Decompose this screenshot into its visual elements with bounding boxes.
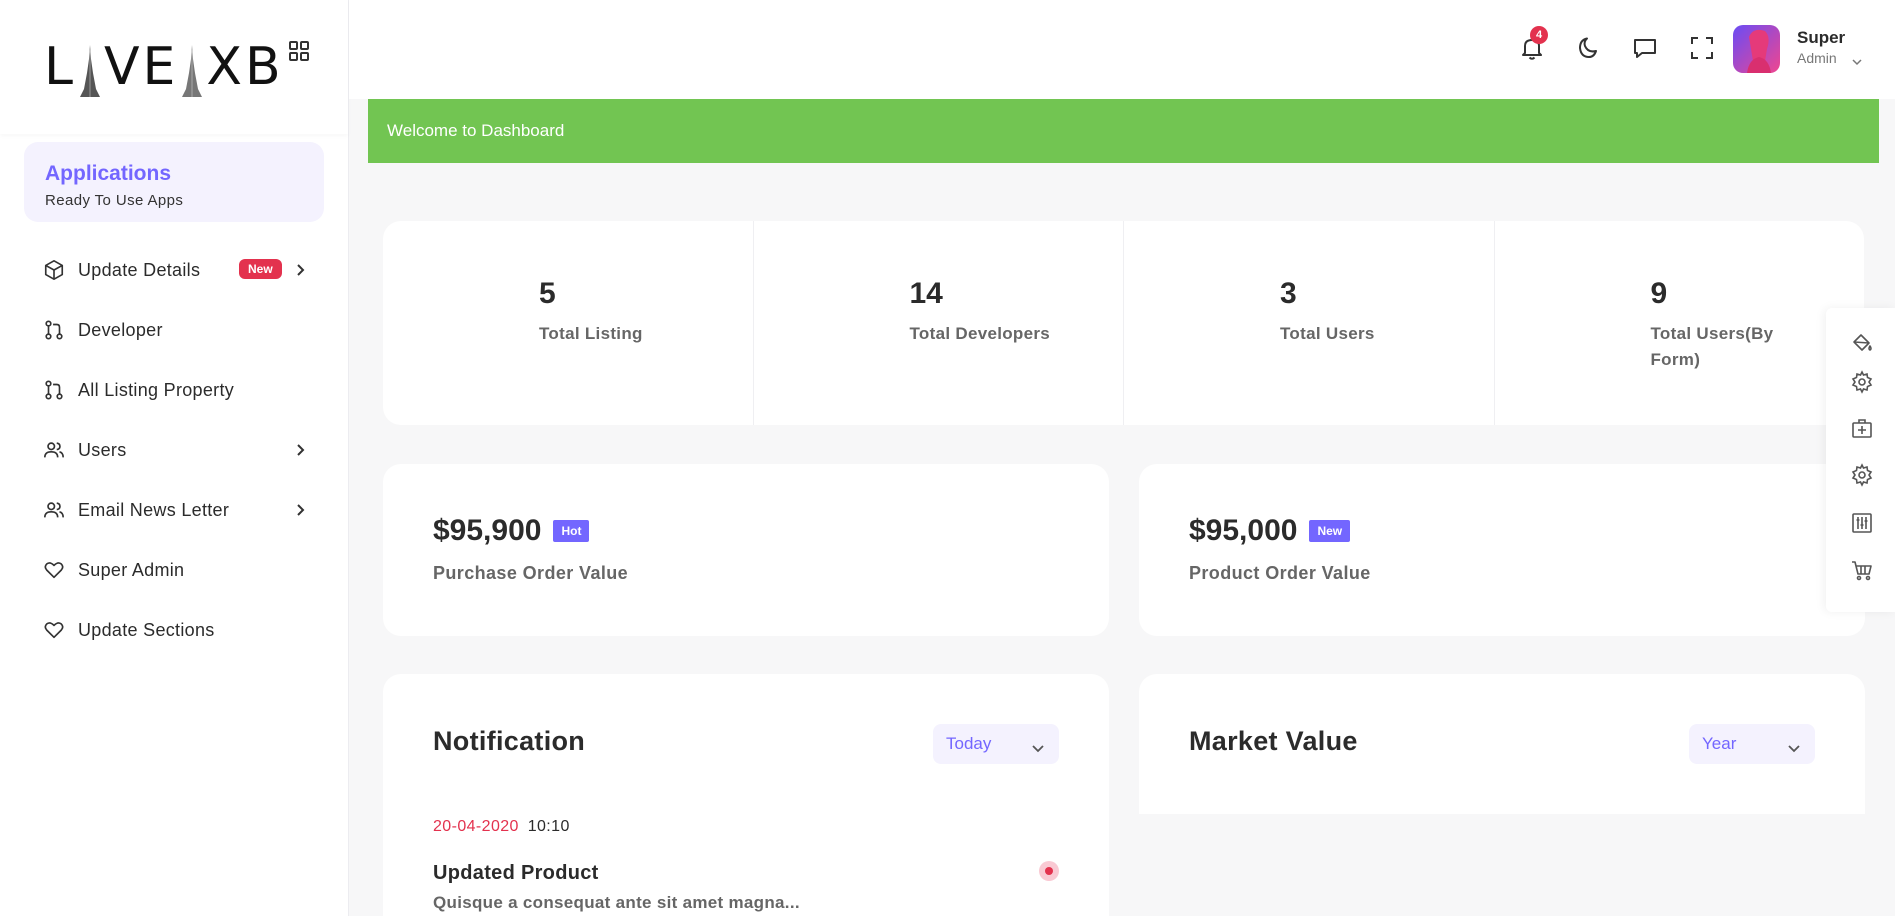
- notification-date: 20-04-2020: [433, 818, 519, 835]
- moon-icon[interactable]: [1576, 35, 1602, 61]
- top-header: 4 Super Admin: [349, 0, 1895, 99]
- sidebar-item-label: All Listing Property: [78, 379, 235, 400]
- notification-card: Notification Today 20-04-2020 10:10 Upda…: [383, 674, 1109, 916]
- sidebar-item-users[interactable]: Users: [0, 420, 349, 480]
- order-label: Purchase Order Value: [433, 563, 629, 583]
- gear-icon[interactable]: [1850, 463, 1874, 487]
- grid-menu-icon[interactable]: [288, 40, 310, 62]
- unread-dot-icon: [1039, 861, 1059, 881]
- stat-value: 3: [1280, 277, 1297, 310]
- sidebar-item-label: Developer: [78, 319, 163, 340]
- brand-logo[interactable]: L VE XB: [44, 37, 284, 97]
- notification-timestamp: 20-04-2020 10:10: [433, 818, 570, 836]
- paint-bucket-icon[interactable]: [1850, 330, 1874, 354]
- sidebar-menu: Update Details New Developer All Listing…: [0, 240, 349, 660]
- sidebar-item-label: Users: [78, 439, 127, 460]
- stat-label: Total Developers: [909, 324, 1051, 343]
- users-icon: [42, 498, 66, 522]
- dropdown-value: Today: [946, 734, 992, 753]
- chevron-down-icon[interactable]: [1852, 54, 1862, 66]
- sidebar-item-label: Update Details: [78, 259, 201, 280]
- chevron-right-icon: [294, 500, 308, 520]
- order-value: $95,000: [1189, 514, 1298, 547]
- chevron-right-icon: [294, 260, 308, 280]
- git-pull-icon: [42, 378, 66, 402]
- notification-entry-title[interactable]: Updated Product: [433, 862, 599, 885]
- stat-value: 9: [1650, 277, 1668, 310]
- gear-icon[interactable]: [1850, 370, 1874, 394]
- stat-total-listing: 5 Total Listing: [383, 221, 754, 425]
- applications-title: Applications: [45, 162, 172, 185]
- stat-label: Total Listing: [539, 324, 643, 343]
- stat-label: Total Users: [1280, 324, 1375, 343]
- tower-icon: [78, 45, 102, 97]
- notification-time: 10:10: [527, 818, 570, 835]
- dropdown-value: Year: [1702, 734, 1737, 753]
- order-value: $95,900: [433, 514, 542, 547]
- customizer-toolbar: [1826, 308, 1895, 612]
- order-value-row: $95,000 New: [1189, 514, 1351, 548]
- stat-total-developers: 14 Total Developers: [754, 221, 1124, 425]
- sidebar-item-update-sections[interactable]: Update Sections: [0, 600, 349, 660]
- purchase-order-card: $95,900 Hot Purchase Order Value: [383, 464, 1109, 636]
- users-icon: [42, 438, 66, 462]
- cart-icon[interactable]: [1850, 558, 1874, 582]
- notification-entry-description: Quisque a consequat ante sit amet magna.…: [433, 893, 800, 912]
- market-value-card: Market Value Year: [1139, 674, 1865, 814]
- notification-count-badge: 4: [1530, 26, 1548, 44]
- profile-role[interactable]: Admin: [1797, 50, 1837, 66]
- chevron-right-icon: [294, 440, 308, 460]
- fullscreen-icon[interactable]: [1689, 35, 1715, 61]
- sidebar: L VE XB Applications Ready To Use Apps U…: [0, 0, 349, 916]
- sidebar-item-email-news-letter[interactable]: Email News Letter: [0, 480, 349, 540]
- welcome-banner: Welcome to Dashboard: [368, 99, 1879, 163]
- chevron-down-icon: [1787, 739, 1801, 753]
- logo-bar: L VE XB: [0, 0, 348, 134]
- applications-subtitle: Ready To Use Apps: [45, 192, 184, 209]
- sliders-icon[interactable]: [1850, 511, 1874, 535]
- notification-filter-dropdown[interactable]: Today: [933, 724, 1059, 764]
- stat-value: 14: [909, 277, 943, 310]
- medical-kit-icon[interactable]: [1850, 416, 1874, 440]
- order-value-row: $95,900 Hot: [433, 514, 590, 548]
- profile-name[interactable]: Super: [1797, 28, 1845, 48]
- sidebar-item-developer[interactable]: Developer: [0, 300, 349, 360]
- tower-icon: [180, 45, 204, 97]
- git-pull-icon: [42, 318, 66, 342]
- new-badge: New: [1309, 520, 1351, 542]
- sidebar-item-update-details[interactable]: Update Details New: [0, 240, 349, 300]
- new-badge: New: [239, 259, 282, 279]
- stat-label: Total Users(By Form): [1650, 324, 1774, 369]
- sidebar-item-all-listing-property[interactable]: All Listing Property: [0, 360, 349, 420]
- order-label: Product Order Value: [1189, 563, 1371, 583]
- heart-icon: [42, 618, 66, 642]
- market-filter-dropdown[interactable]: Year: [1689, 724, 1815, 764]
- market-value-title: Market Value: [1189, 726, 1358, 756]
- stat-total-users-by-form: 9 Total Users(By Form): [1495, 221, 1865, 425]
- box-icon: [42, 258, 66, 282]
- stats-card: 5 Total Listing 14 Total Developers 3 To…: [383, 221, 1864, 425]
- avatar[interactable]: [1733, 25, 1780, 73]
- chevron-down-icon: [1031, 739, 1045, 753]
- sidebar-item-label: Update Sections: [78, 619, 215, 640]
- sidebar-item-super-admin[interactable]: Super Admin: [0, 540, 349, 600]
- notification-title: Notification: [433, 726, 586, 756]
- stat-value: 5: [539, 277, 556, 310]
- applications-card[interactable]: Applications Ready To Use Apps: [24, 142, 324, 222]
- hot-badge: Hot: [553, 520, 590, 542]
- stat-total-users: 3 Total Users: [1124, 221, 1495, 425]
- sidebar-item-label: Email News Letter: [78, 499, 230, 520]
- sidebar-item-label: Super Admin: [78, 559, 185, 580]
- product-order-card: $95,000 New Product Order Value: [1139, 464, 1865, 636]
- chat-icon[interactable]: [1632, 35, 1658, 61]
- heart-icon: [42, 558, 66, 582]
